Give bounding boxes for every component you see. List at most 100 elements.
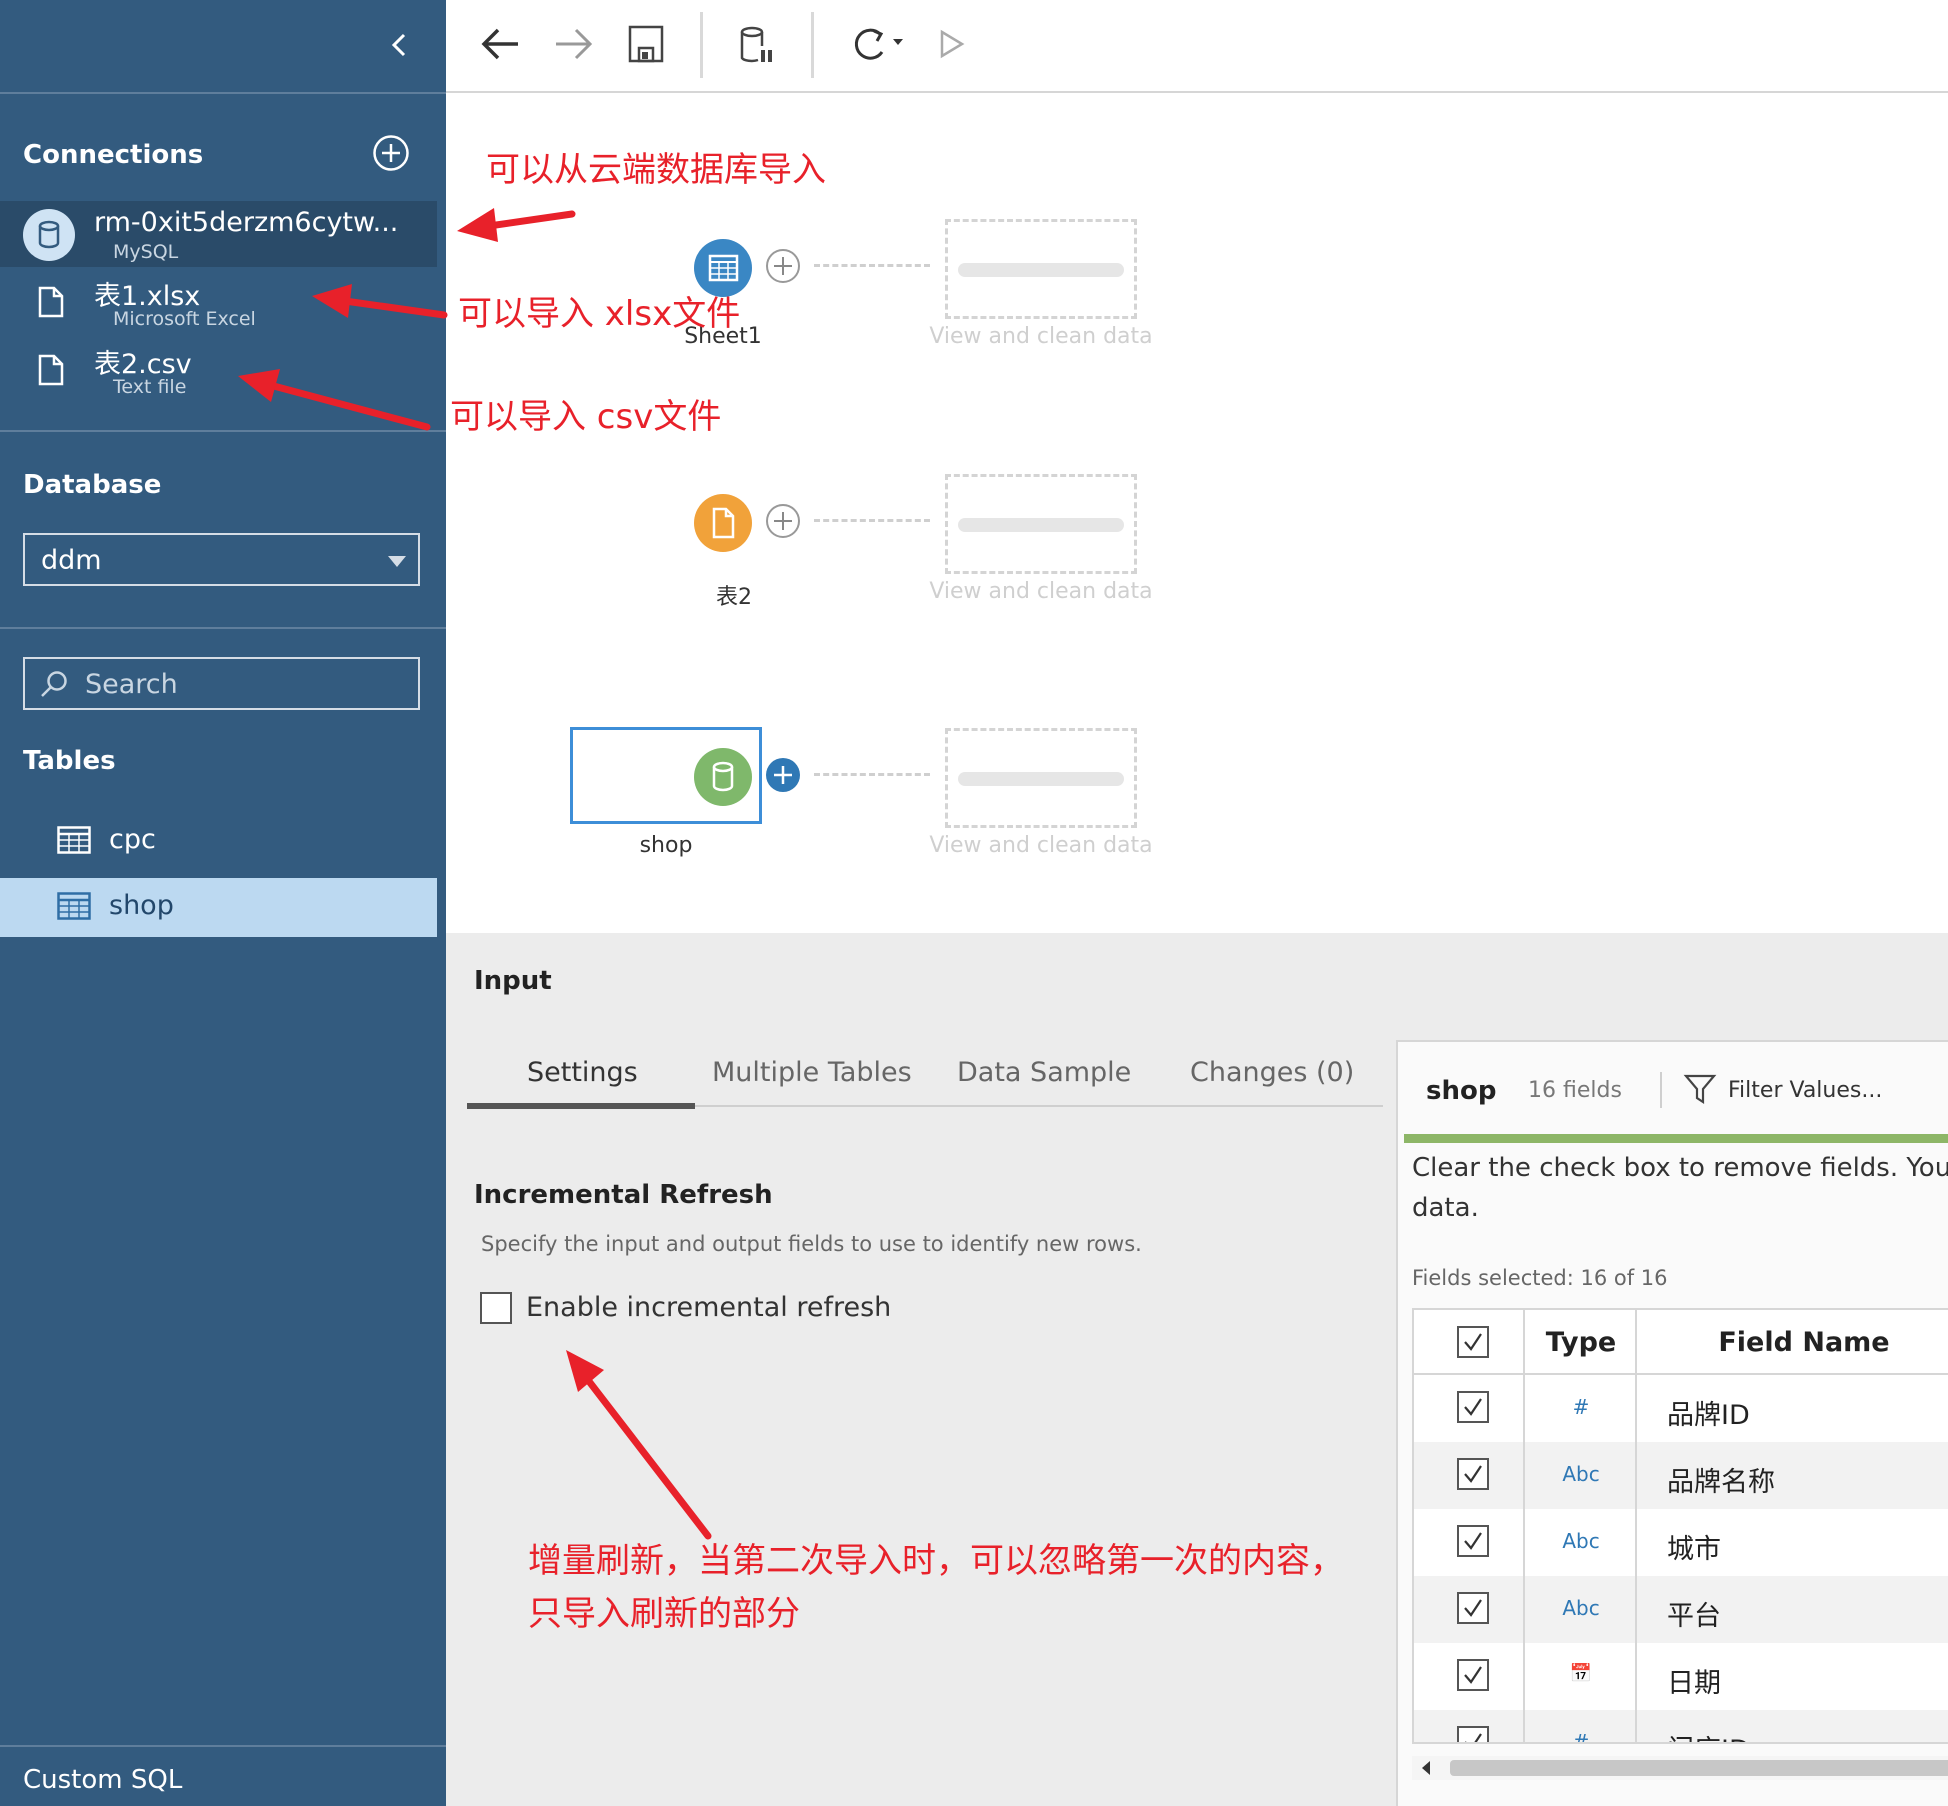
toolbar — [446, 0, 1948, 93]
connection-name: rm-0xit5derzm6cytw... — [94, 207, 399, 238]
database-select-value: ddm — [41, 545, 102, 576]
table-item-cpc[interactable]: cpc — [0, 812, 437, 871]
field-name: 门店ID — [1667, 1728, 1750, 1742]
pause-data-updates-icon[interactable] — [730, 22, 780, 70]
field-name: 品牌名称 — [1667, 1467, 1775, 1498]
enable-incremental-refresh-label[interactable]: Enable incremental refresh — [526, 1292, 891, 1323]
date-icon: 📅 — [1569, 1663, 1593, 1684]
database-select[interactable]: ddm — [23, 533, 420, 586]
field-include-checkbox[interactable] — [1457, 1458, 1489, 1490]
field-row[interactable]: Abc 平台 — [1414, 1576, 1948, 1643]
add-step-icon[interactable] — [765, 503, 801, 539]
toolbar-separator — [700, 12, 703, 78]
database-icon — [23, 209, 75, 261]
field-panel-separator — [1660, 1072, 1662, 1108]
field-row[interactable]: # 品牌ID — [1414, 1375, 1948, 1442]
file-icon — [38, 286, 64, 318]
collapse-sidebar-icon[interactable] — [385, 25, 415, 65]
scroll-left-icon[interactable] — [1422, 1761, 1430, 1775]
annotation-xlsx: 可以导入 xlsx文件 — [458, 294, 741, 334]
field-name: 品牌ID — [1667, 1400, 1750, 1431]
add-step-icon[interactable] — [765, 248, 801, 284]
forward-icon[interactable] — [548, 22, 598, 70]
view-clean-data-placeholder[interactable] — [945, 728, 1137, 828]
scrollbar-thumb[interactable] — [1450, 1760, 1948, 1776]
table-item-label: cpc — [109, 824, 156, 855]
placeholder-label: View and clean data — [929, 324, 1153, 349]
field-include-checkbox[interactable] — [1457, 1525, 1489, 1557]
placeholder-label: View and clean data — [929, 833, 1153, 858]
annotation-incremental-line2: 只导入刷新的部分 — [528, 1594, 800, 1634]
field-list-panel: shop 16 fields Filter Values... Clear th… — [1396, 1040, 1948, 1806]
tab-settings[interactable]: Settings — [527, 1057, 638, 1088]
incremental-refresh-heading: Incremental Refresh — [474, 1180, 773, 1210]
view-clean-data-placeholder[interactable] — [945, 219, 1137, 319]
field-row[interactable]: 📅 日期 — [1414, 1643, 1948, 1710]
number-icon: # — [1572, 1395, 1590, 1419]
field-include-checkbox[interactable] — [1457, 1592, 1489, 1624]
annotation-cloud-db: 可以从云端数据库导入 — [486, 150, 826, 190]
add-connection-icon[interactable] — [372, 134, 410, 172]
file-icon — [38, 354, 64, 386]
search-icon — [41, 671, 67, 697]
connection-type: Microsoft Excel — [113, 308, 256, 330]
database-heading: Database — [23, 470, 162, 500]
horizontal-scrollbar[interactable] — [1412, 1756, 1948, 1780]
table-item-label: shop — [109, 890, 174, 921]
sidebar: Connections rm-0xit5derzm6cytw... MySQL … — [0, 0, 446, 1806]
custom-sql-link[interactable]: Custom SQL — [23, 1765, 182, 1795]
table-icon — [57, 892, 91, 920]
database-icon — [712, 761, 734, 792]
run-flow-icon[interactable] — [926, 22, 976, 70]
description-line: data. — [1412, 1193, 1479, 1223]
connection-item-xlsx[interactable]: 表1.xlsx Microsoft Excel — [0, 268, 437, 334]
refresh-icon[interactable] — [844, 22, 914, 70]
flow-node-表2[interactable] — [694, 494, 752, 552]
toolbar-separator — [811, 12, 814, 78]
table-item-shop[interactable]: shop — [0, 878, 437, 937]
field-name: 城市 — [1667, 1534, 1721, 1565]
field-row[interactable]: Abc 品牌名称 — [1414, 1442, 1948, 1509]
string-icon: Abc — [1562, 1596, 1600, 1620]
field-include-checkbox[interactable] — [1457, 1659, 1489, 1691]
save-icon[interactable] — [621, 22, 671, 70]
table-icon — [57, 826, 91, 854]
field-name-column-header[interactable]: Field Name — [1654, 1327, 1948, 1358]
sidebar-divider — [0, 627, 446, 629]
pane-title: Input — [474, 966, 552, 996]
node-label: 表2 — [716, 585, 752, 610]
flow-canvas[interactable]: View and clean data Sheet1 View and clea… — [446, 93, 1948, 933]
sidebar-divider — [0, 430, 446, 432]
add-step-icon[interactable] — [765, 757, 801, 793]
data-quality-bar — [1404, 1134, 1948, 1143]
connection-type: MySQL — [113, 241, 179, 263]
type-column-header[interactable]: Type — [1525, 1327, 1637, 1358]
active-tab-indicator — [467, 1103, 695, 1109]
select-all-checkbox[interactable] — [1457, 1326, 1489, 1358]
tab-data-sample[interactable]: Data Sample — [957, 1057, 1131, 1088]
file-icon — [712, 507, 735, 539]
connection-item-mysql[interactable]: rm-0xit5derzm6cytw... MySQL — [0, 201, 437, 267]
view-clean-data-placeholder[interactable] — [945, 474, 1137, 574]
field-include-checkbox[interactable] — [1457, 1391, 1489, 1423]
flow-connector — [814, 773, 930, 776]
field-row[interactable]: Abc 城市 — [1414, 1509, 1948, 1576]
enable-incremental-refresh-checkbox[interactable] — [480, 1292, 512, 1324]
annotation-csv: 可以导入 csv文件 — [450, 397, 722, 437]
tab-multiple-tables[interactable]: Multiple Tables — [712, 1057, 912, 1088]
tab-changes[interactable]: Changes (0) — [1190, 1057, 1354, 1088]
flow-connector — [814, 264, 930, 267]
connections-heading: Connections — [23, 140, 204, 170]
number-icon: # — [1572, 1730, 1590, 1744]
field-include-checkbox[interactable] — [1457, 1726, 1489, 1742]
description-line: Clear the check box to remove fields. Yo… — [1412, 1153, 1948, 1183]
connection-item-csv[interactable]: 表2.csv Text file — [0, 336, 437, 402]
field-table: Type Field Name # 品牌ID Abc 品牌名称 Abc 城市 Abc 平台 📅 日… — [1412, 1308, 1948, 1744]
back-icon[interactable] — [476, 22, 526, 70]
field-row[interactable]: # 门店ID — [1414, 1710, 1948, 1744]
node-label: shop — [639, 833, 693, 858]
chevron-down-icon — [388, 556, 406, 567]
table-search-input[interactable]: Search — [23, 657, 420, 710]
flow-node-shop[interactable] — [694, 748, 752, 806]
tables-heading: Tables — [23, 746, 116, 776]
